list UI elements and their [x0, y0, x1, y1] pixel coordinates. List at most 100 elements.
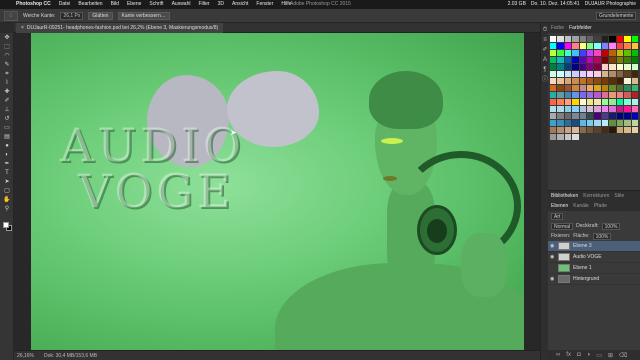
color-swatch[interactable] [601, 92, 609, 98]
color-swatch[interactable] [609, 120, 616, 126]
color-swatch[interactable] [616, 85, 624, 91]
color-swatch[interactable] [587, 78, 594, 84]
color-swatch[interactable] [557, 113, 564, 119]
color-swatch[interactable] [616, 71, 624, 77]
user-name[interactable]: DUJAUR Photographie [585, 0, 636, 9]
color-swatch[interactable] [594, 92, 601, 98]
color-swatch[interactable] [594, 50, 601, 56]
color-swatch[interactable] [564, 92, 572, 98]
color-swatch[interactable] [587, 113, 594, 119]
layer-filter-select[interactable]: Art [551, 212, 564, 220]
color-swatch[interactable] [624, 57, 631, 63]
color-swatch[interactable] [594, 113, 601, 119]
color-swatch[interactable] [616, 106, 624, 112]
type-tool-icon[interactable]: T [2, 170, 12, 177]
color-swatch[interactable] [564, 99, 572, 105]
color-swatch[interactable] [609, 92, 616, 98]
color-swatch[interactable] [616, 36, 624, 42]
color-swatch[interactable] [550, 57, 557, 63]
smooth-checkbox[interactable]: Glätten [88, 11, 113, 20]
workspace-select[interactable]: Grundelemente [596, 12, 636, 20]
color-swatch[interactable] [587, 71, 594, 77]
color-swatch[interactable] [587, 99, 594, 105]
color-swatch[interactable] [550, 127, 557, 133]
color-swatch[interactable] [564, 64, 572, 70]
color-swatch[interactable] [616, 120, 624, 126]
opacity-input[interactable]: 100% [601, 222, 621, 230]
color-swatch[interactable] [624, 120, 631, 126]
color-swatch[interactable] [557, 57, 564, 63]
menu-fenster[interactable]: Fenster [256, 0, 273, 9]
add-mask-icon[interactable]: ◘ [577, 352, 581, 358]
blend-mode-select[interactable]: Normal [551, 222, 574, 230]
eyedropper-tool-icon[interactable]: ⌇ [2, 80, 12, 87]
color-swatch[interactable] [557, 99, 564, 105]
color-swatch[interactable] [579, 85, 587, 91]
color-swatch[interactable] [601, 120, 609, 126]
color-swatch[interactable] [624, 106, 631, 112]
color-swatch[interactable] [594, 71, 601, 77]
color-swatch[interactable] [564, 50, 572, 56]
foreground-color-swatch[interactable] [3, 222, 9, 228]
color-swatch[interactable] [609, 127, 616, 133]
color-swatch[interactable] [594, 85, 601, 91]
color-swatch[interactable] [572, 57, 579, 63]
color-swatch[interactable] [616, 92, 624, 98]
color-swatch[interactable] [564, 78, 572, 84]
menu-datei[interactable]: Datei [59, 0, 71, 9]
color-swatch[interactable] [609, 57, 616, 63]
dodge-tool-icon[interactable]: ◐ [2, 152, 12, 159]
refine-edge-button[interactable]: Kante verbessern… [117, 11, 170, 20]
color-swatch[interactable] [601, 99, 609, 105]
color-swatch[interactable] [572, 64, 579, 70]
clone-stamp-icon[interactable]: ⊥ [2, 107, 12, 114]
color-swatch[interactable] [631, 57, 638, 63]
color-swatch[interactable] [631, 43, 638, 49]
color-swatch[interactable] [579, 71, 587, 77]
color-swatch[interactable] [587, 92, 594, 98]
color-swatch[interactable] [572, 127, 579, 133]
color-swatch[interactable] [631, 50, 638, 56]
layer-row-audio-voge[interactable]: ◉ Audio VOGE [548, 252, 640, 263]
color-swatch[interactable] [594, 57, 601, 63]
color-swatch[interactable] [624, 64, 631, 70]
color-swatch[interactable] [572, 78, 579, 84]
color-swatch[interactable] [557, 78, 564, 84]
color-swatch[interactable] [579, 99, 587, 105]
color-swatch[interactable] [601, 71, 609, 77]
color-swatch[interactable] [587, 36, 594, 42]
apple-icon[interactable] [4, 2, 10, 8]
color-swatch[interactable] [616, 99, 624, 105]
color-swatch[interactable] [557, 92, 564, 98]
color-swatch[interactable] [579, 36, 587, 42]
menu-filter[interactable]: Filter [198, 0, 209, 9]
color-swatch[interactable] [631, 92, 638, 98]
document-tab[interactable]: × DUJaurR-09251- headphones-fashion.psd b… [16, 23, 224, 33]
close-icon[interactable]: × [21, 25, 24, 31]
visibility-eye-icon[interactable]: ◉ [550, 276, 555, 282]
color-swatch[interactable] [624, 50, 631, 56]
color-swatch[interactable] [557, 120, 564, 126]
color-swatch[interactable] [572, 120, 579, 126]
feather-input[interactable]: 26,1 Px [60, 11, 84, 20]
crop-tool-icon[interactable]: ⌗ [2, 71, 12, 78]
color-swatch[interactable] [572, 134, 579, 140]
color-swatch[interactable] [579, 113, 587, 119]
color-swatch[interactable] [624, 113, 631, 119]
color-swatch[interactable] [616, 50, 624, 56]
tab-kanaele[interactable]: Kanäle [573, 201, 589, 211]
quick-selection-tool-icon[interactable]: ✎ [2, 62, 12, 69]
color-swatch[interactable] [624, 92, 631, 98]
color-swatch[interactable] [564, 127, 572, 133]
tab-farbfelder[interactable]: Farbfelder [569, 23, 592, 33]
color-swatch[interactable] [564, 57, 572, 63]
color-swatch[interactable] [579, 50, 587, 56]
color-swatch[interactable] [587, 85, 594, 91]
color-swatch[interactable] [572, 85, 579, 91]
menu-app[interactable]: Photoshop CC [16, 0, 51, 9]
color-swatch[interactable] [594, 127, 601, 133]
color-swatch[interactable] [579, 43, 587, 49]
brush-tool-icon[interactable]: ✐ [2, 98, 12, 105]
color-swatch[interactable] [631, 99, 638, 105]
color-swatch[interactable] [587, 43, 594, 49]
